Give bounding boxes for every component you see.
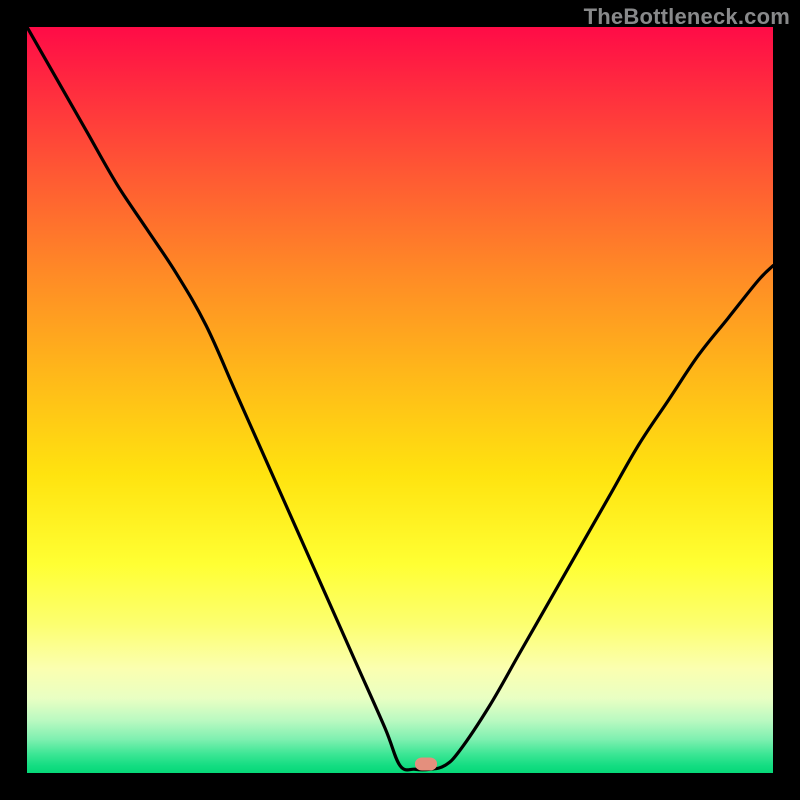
- bottleneck-curve: [27, 27, 773, 773]
- watermark-text: TheBottleneck.com: [584, 4, 790, 30]
- chart-frame: TheBottleneck.com: [0, 0, 800, 800]
- optimum-marker: [415, 758, 437, 771]
- plot-area: [27, 27, 773, 773]
